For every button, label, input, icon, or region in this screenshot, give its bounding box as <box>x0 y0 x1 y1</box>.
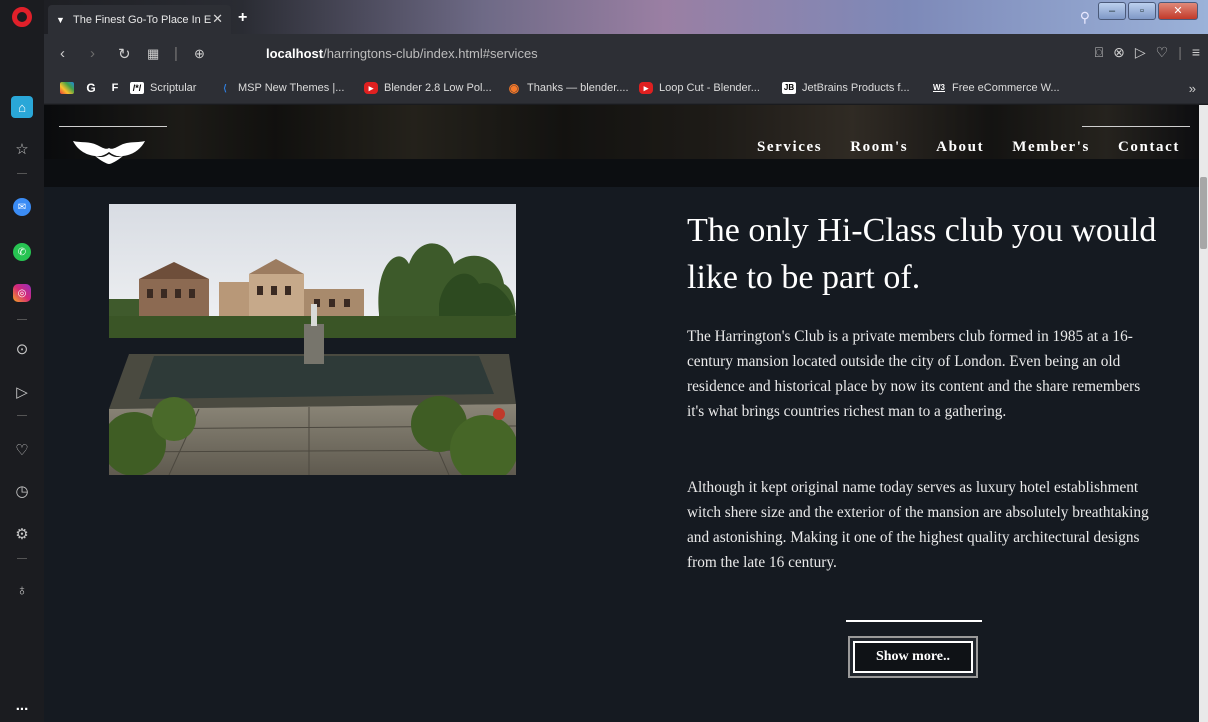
flow-send-icon[interactable]: ▷ <box>11 381 33 403</box>
sidebar-divider <box>17 173 27 174</box>
browser-window: ▼ The Finest Go-To Place In E ✕ + ⚲ – ▫ … <box>0 0 1208 722</box>
bookmark-jetbrains[interactable]: JB JetBrains Products f... <box>782 82 910 94</box>
easy-setup-icon[interactable]: ≡ <box>1192 44 1200 61</box>
bookmark-label: Blender 2.8 Low Pol... <box>384 82 492 94</box>
bookmark-free-ecommerce[interactable]: W3 Free eCommerce W... <box>932 82 1060 94</box>
header-line-right <box>1082 126 1190 127</box>
close-window-button[interactable]: ✕ <box>1158 2 1198 20</box>
sidebar-divider <box>17 558 27 559</box>
bookmark-colorful-apps[interactable] <box>60 82 80 94</box>
tab-search-icon[interactable]: ⚲ <box>1080 9 1090 26</box>
bookmark-label: JetBrains Products f... <box>802 82 910 94</box>
bookmarks-more-button[interactable]: » <box>1189 81 1196 96</box>
separator: | <box>174 45 178 62</box>
header-line-left <box>59 126 167 127</box>
bookmark-label: MSP New Themes |... <box>238 82 345 94</box>
blender-icon: ◉ <box>508 81 520 95</box>
tab-title: The Finest Go-To Place In E <box>73 13 212 26</box>
sidebar-divider <box>17 319 27 320</box>
opera-sidebar: ⌂ ☆ ✉ ✆ ◎ ⊙ ▷ ♡ ◷ ⚙ ♁ ... <box>0 34 44 722</box>
bookmark-label: Thanks — blender.... <box>527 82 629 94</box>
bookmark-msp-themes[interactable]: ⟨ MSP New Themes |... <box>218 82 344 94</box>
settings-gear-icon[interactable]: ⚙ <box>11 523 33 545</box>
sidebar-divider <box>17 415 27 416</box>
bookmark-blender-low-poly[interactable]: ▸ Blender 2.8 Low Pol... <box>364 82 492 94</box>
player-icon[interactable]: ⊙ <box>11 338 33 360</box>
main-navigation: Services Room's About Member's Contact <box>729 139 1180 156</box>
youtube-icon: ▸ <box>639 82 653 94</box>
apps-colorful-icon <box>60 82 74 94</box>
bookmark-loop-cut[interactable]: ▸ Loop Cut - Blender... <box>639 82 760 94</box>
address-bar-actions: ⌼ ⊗ ▷ ♡ | ≡ <box>1095 44 1200 61</box>
tips-lightbulb-icon[interactable]: ♁ <box>11 579 33 601</box>
bookmark-f[interactable]: F <box>108 82 128 94</box>
w3schools-icon: W3 <box>933 83 945 92</box>
nav-members[interactable]: Member's <box>1012 139 1090 156</box>
site-globe-icon[interactable]: ⊕ <box>194 46 205 62</box>
bookmark-scriptular[interactable]: /*/ Scriptular <box>130 82 196 94</box>
address-bar: ‹ › ↻ ▦ | ⊕ localhost/harringtons-club/i… <box>44 34 1208 74</box>
jetbrains-icon: JB <box>782 82 796 94</box>
reload-icon[interactable]: ↻ <box>118 45 131 63</box>
page-scrollbar[interactable] <box>1199 105 1208 722</box>
browser-tab[interactable]: ▼ The Finest Go-To Place In E ✕ <box>48 5 231 34</box>
instagram-icon[interactable]: ◎ <box>13 284 31 302</box>
nav-rooms[interactable]: Room's <box>850 139 908 156</box>
minimize-button[interactable]: – <box>1098 2 1126 20</box>
web-page: Services Room's About Member's Contact T… <box>44 105 1199 722</box>
bookmarks-bar: G F /*/ Scriptular ⟨ MSP New Themes |... ▸… <box>44 74 1208 104</box>
scrollbar-thumb[interactable] <box>1200 177 1207 249</box>
intro-paragraph: The Harrington's Club is a private membe… <box>687 328 1141 420</box>
history-paragraph: Although it kept original name today ser… <box>687 479 1149 571</box>
button-divider <box>846 620 982 622</box>
home-icon[interactable]: ⌂ <box>11 96 33 118</box>
new-tab-button[interactable]: + <box>238 9 247 27</box>
mansion-garden-photo <box>109 204 516 475</box>
bookmark-label: Free eCommerce W... <box>952 82 1060 94</box>
bookmark-star-icon[interactable]: ☆ <box>11 138 33 160</box>
send-to-flow-icon[interactable]: ▷ <box>1135 44 1146 61</box>
forward-icon[interactable]: › <box>90 45 95 62</box>
url-host: localhost <box>266 46 324 61</box>
mustache-favicon-icon: ▼ <box>56 14 65 25</box>
heart-icon[interactable]: ♡ <box>11 439 33 461</box>
url-path: /harringtons-club/index.html#services <box>323 46 538 61</box>
window-controls: – ▫ ✕ <box>1098 2 1198 20</box>
add-bookmark-heart-icon[interactable]: ♡ <box>1156 44 1169 61</box>
whatsapp-icon[interactable]: ✆ <box>13 243 31 261</box>
opera-icon <box>12 7 32 27</box>
close-tab-icon[interactable]: ✕ <box>212 11 223 27</box>
f-icon: F <box>111 82 119 94</box>
header-strip <box>44 159 1199 187</box>
bookmark-thanks-blender[interactable]: ◉ Thanks — blender.... <box>507 82 629 94</box>
back-icon[interactable]: ‹ <box>60 45 65 62</box>
nav-contact[interactable]: Contact <box>1118 139 1180 156</box>
google-icon: G <box>86 81 96 95</box>
more-options-icon[interactable]: ... <box>11 694 33 716</box>
separator: | <box>1178 44 1182 60</box>
bookmark-google[interactable]: G <box>84 82 104 94</box>
nav-about[interactable]: About <box>936 139 984 156</box>
opera-menu-button[interactable] <box>0 0 44 34</box>
speed-dial-grid-icon[interactable]: ▦ <box>147 46 159 62</box>
scriptular-icon: /*/ <box>130 82 144 94</box>
page-headline: The only Hi-Class club you would like to… <box>687 212 1157 296</box>
bookmark-label: Loop Cut - Blender... <box>659 82 760 94</box>
maximize-button[interactable]: ▫ <box>1128 2 1156 20</box>
history-clock-icon[interactable]: ◷ <box>11 480 33 502</box>
nav-services[interactable]: Services <box>757 139 822 156</box>
show-more-button[interactable]: Show more.. <box>848 636 978 678</box>
messenger-icon[interactable]: ✉ <box>13 198 31 216</box>
title-bar: ▼ The Finest Go-To Place In E ✕ + ⚲ – ▫ … <box>0 0 1208 34</box>
bookmark-label: Scriptular <box>150 82 197 94</box>
youtube-icon: ▸ <box>364 82 378 94</box>
show-more-label: Show more.. <box>853 641 973 673</box>
url-field[interactable]: localhost/harringtons-club/index.html#se… <box>266 46 538 61</box>
msp-icon: ⟨ <box>223 83 227 93</box>
mustache-logo-icon[interactable] <box>71 135 147 165</box>
adblock-icon[interactable]: ⊗ <box>1113 44 1125 61</box>
snapshot-camera-icon[interactable]: ⌼ <box>1095 44 1103 61</box>
